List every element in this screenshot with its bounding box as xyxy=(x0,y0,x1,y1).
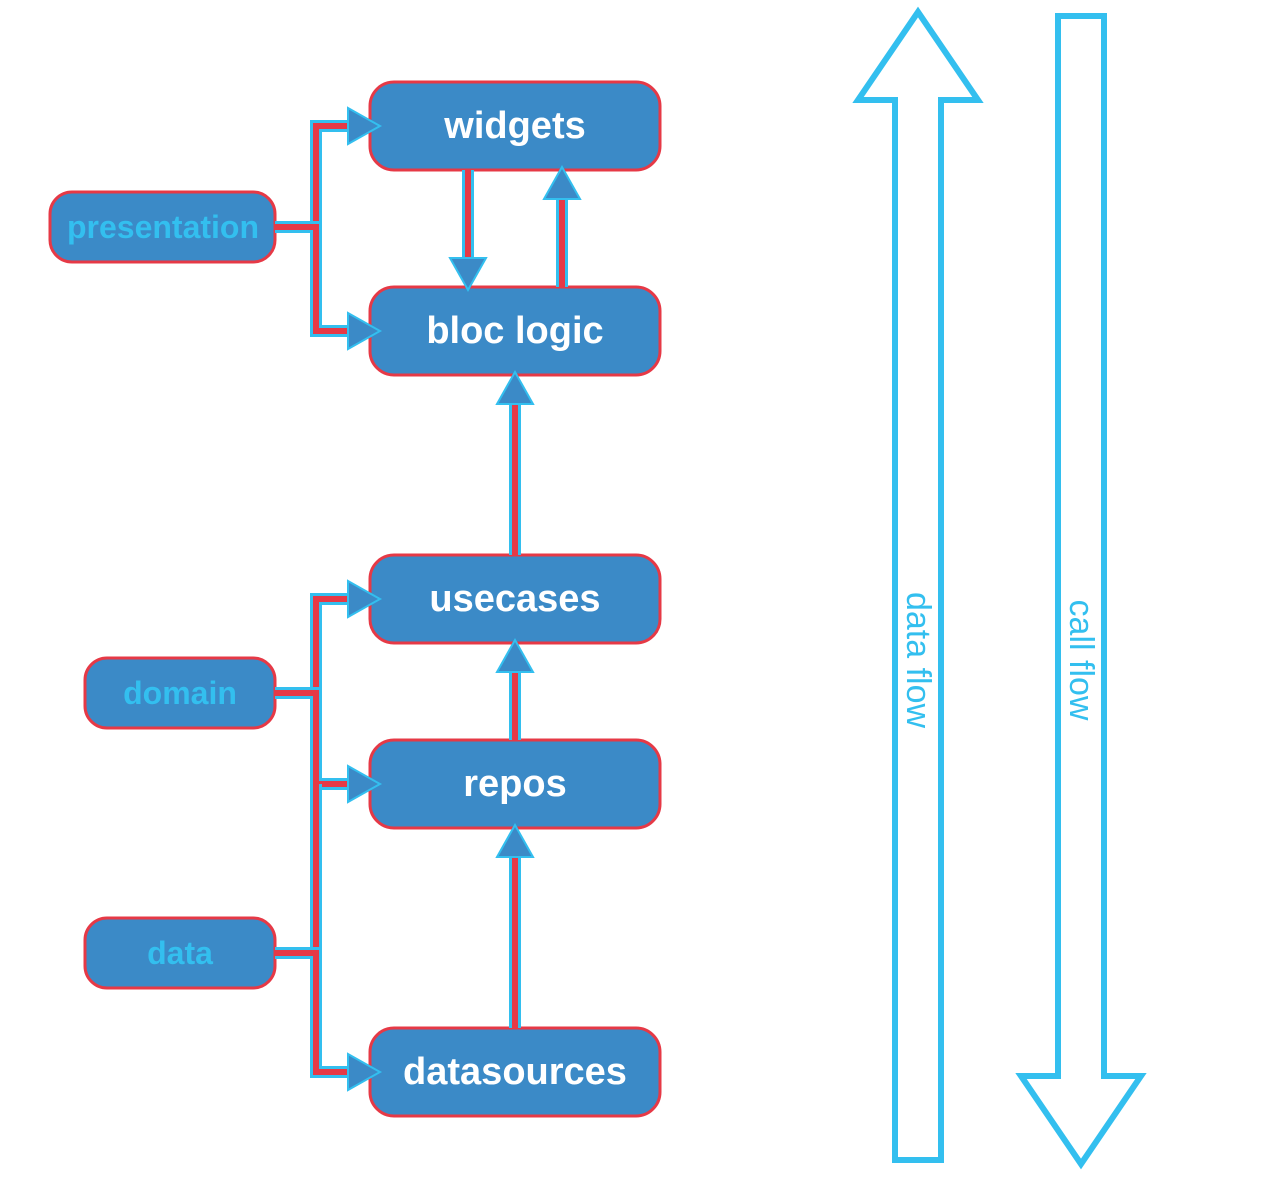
layer-bloc-logic-label: bloc logic xyxy=(426,310,603,352)
arrow-repos-to-usecases xyxy=(497,640,533,740)
layer-datasources-box: datasources xyxy=(370,1028,660,1116)
connector-domain-usecases xyxy=(275,581,380,693)
connector-data-datasources xyxy=(275,953,380,1090)
category-data-box: data xyxy=(85,918,275,988)
category-domain-box: domain xyxy=(85,658,275,728)
connector-presentation-widgets xyxy=(275,108,380,227)
layer-usecases-label: usecases xyxy=(429,578,600,620)
category-presentation-box: presentation xyxy=(50,192,275,262)
layer-widgets-label: widgets xyxy=(443,105,585,147)
connector-data-repos xyxy=(275,784,316,953)
arrow-datasources-to-repos xyxy=(497,825,533,1028)
category-presentation-label: presentation xyxy=(67,209,259,245)
arrow-widgets-to-bloc xyxy=(450,170,486,290)
architecture-diagram: widgets bloc logic usecases repos dataso… xyxy=(0,0,1278,1200)
data-flow-label: data flow xyxy=(899,592,937,729)
connector-domain-repos xyxy=(275,693,380,802)
layer-bloc-logic-box: bloc logic xyxy=(370,287,660,375)
category-domain-label: domain xyxy=(123,675,237,711)
layer-widgets-box: widgets xyxy=(370,82,660,170)
layer-usecases-box: usecases xyxy=(370,555,660,643)
layer-repos-label: repos xyxy=(463,763,566,805)
layer-datasources-label: datasources xyxy=(403,1051,627,1093)
layer-repos-box: repos xyxy=(370,740,660,828)
call-flow-arrow: call flow xyxy=(1021,16,1141,1164)
category-data-label: data xyxy=(147,935,213,971)
arrow-usecases-to-bloc xyxy=(497,372,533,555)
arrow-bloc-to-widgets xyxy=(544,167,580,287)
connector-presentation-bloc xyxy=(275,227,380,349)
call-flow-label: call flow xyxy=(1062,600,1100,721)
data-flow-arrow: data flow xyxy=(858,12,978,1160)
